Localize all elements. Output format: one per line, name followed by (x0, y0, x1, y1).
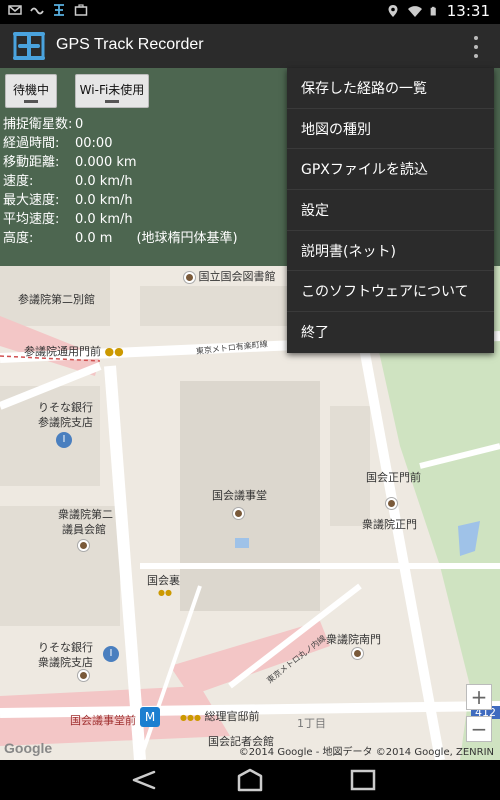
briefcase-icon (74, 4, 88, 16)
bank-icon: I (56, 432, 72, 448)
map-label-resona1-a: りそな銀行 (38, 401, 93, 414)
map-label-shugiin-minamimon: 衆議院南門 (326, 633, 381, 646)
poi-icon (78, 538, 89, 551)
stat-label: 最大速度: (3, 193, 60, 208)
stat-row: 移動距離: 0.000 km (3, 153, 238, 172)
map-label-library: 国立国会図書館 (184, 268, 276, 284)
poi-icon (386, 496, 397, 509)
map-label-itchome: 1丁目 (297, 717, 326, 730)
stat-row: 最大速度: 0.0 km/h (3, 191, 238, 210)
zoom-in-button[interactable]: + (466, 684, 492, 710)
menu-item-load-gpx[interactable]: GPXファイルを読込 (287, 149, 494, 191)
menu-item-saved-routes[interactable]: 保存した経路の一覧 (287, 68, 494, 109)
stat-label: 捕捉衛星数: (3, 117, 73, 132)
poi-icon (233, 506, 244, 519)
overflow-menu-icon[interactable] (472, 36, 480, 58)
status-bar: 13:31 (0, 0, 500, 24)
signal-tilde-icon (30, 7, 44, 15)
stat-label: 移動距離: (3, 155, 60, 170)
stat-row: 速度: 0.0 km/h (3, 172, 238, 191)
navigation-bar (0, 760, 500, 800)
map-label-shugiin-kaikan-a: 衆議院第二 (58, 508, 113, 521)
wifi-icon (407, 6, 422, 17)
overflow-menu: 保存した経路の一覧 地図の種別 GPXファイルを読込 設定 説明書(ネット) こ… (287, 68, 494, 353)
stat-row: 経過時間: 00:00 (3, 134, 238, 153)
stat-label: 平均速度: (3, 212, 60, 227)
home-icon[interactable] (233, 768, 267, 792)
app-title: GPS Track Recorder (56, 36, 204, 53)
wait-toggle-label: 待機中 (12, 82, 49, 97)
recents-icon[interactable] (346, 768, 380, 792)
map-label-gate-sangiin: 参議院通用門前 ●● (24, 345, 124, 358)
stat-value: 0.0 km/h (75, 212, 133, 227)
stat-value: 0 (75, 117, 84, 132)
stat-row: 平均速度: 0.0 km/h (3, 210, 238, 229)
wifi-toggle-button[interactable]: Wi-Fi未使用 (75, 74, 149, 108)
stat-value: 0.0 km/h (75, 174, 133, 189)
map-label-shugiin-seimon: 衆議院正門 (362, 518, 417, 531)
stat-label: 経過時間: (3, 136, 60, 151)
map-label-diet-building: 国会議事堂 (212, 489, 267, 502)
menu-item-about[interactable]: このソフトウェアについて (287, 271, 494, 313)
map-label-annex2: 参議院第二別館 (18, 293, 95, 306)
stat-value: 00:00 (75, 136, 113, 151)
bank-icon: I (103, 646, 119, 662)
menu-item-map-type[interactable]: 地図の種別 (287, 109, 494, 150)
wifi-toggle-label: Wi-Fi未使用 (79, 82, 145, 97)
map-label-kantei: ●●● 総理官邸前 (180, 710, 260, 723)
poi-icon (78, 668, 89, 681)
menu-item-settings[interactable]: 設定 (287, 190, 494, 231)
zoom-out-button[interactable]: − (466, 716, 492, 742)
mail-icon (8, 5, 22, 15)
poi-icon (352, 646, 363, 659)
menu-item-manual[interactable]: 説明書(ネット) (287, 231, 494, 272)
stat-value: 0.0 m (75, 231, 113, 246)
google-logo: Google (4, 740, 53, 756)
toggle-indicator (105, 100, 119, 103)
map-copyright: ©2014 Google - 地図データ ©2014 Google, ZENRI… (238, 747, 494, 758)
traffic-light-icon: ●● (158, 588, 172, 597)
wait-toggle-button[interactable]: 待機中 (5, 74, 57, 108)
stat-row: 捕捉衛星数: 0 (3, 115, 238, 134)
stat-value: 0.000 km (75, 155, 137, 170)
map-label-station: 国会議事堂前 (70, 714, 136, 727)
map-label-resona1-b: 参議院支店 (38, 416, 93, 429)
map-label-seimon: 国会正門前 (366, 471, 421, 484)
location-icon (388, 5, 398, 17)
altitude-note: (地球楕円体基準) (136, 231, 238, 246)
app-icon (54, 4, 64, 16)
metro-station-icon: M (140, 707, 160, 727)
battery-icon (430, 6, 436, 16)
map-label-kokkaiura: 国会裏 (147, 574, 180, 587)
clock: 13:31 (446, 2, 490, 20)
stats-list: 捕捉衛星数: 0 経過時間: 00:00 移動距離: 0.000 km 速度: 0.0 … (3, 115, 238, 248)
stat-row: 高度: 0.0 m (地球楕円体基準) (3, 229, 238, 248)
back-icon[interactable] (126, 768, 160, 792)
map-label-shugiin-kaikan-b: 議員会館 (62, 523, 106, 536)
action-bar: GPS Track Recorder (0, 24, 500, 68)
stat-label: 速度: (3, 174, 34, 189)
toggle-indicator (24, 100, 38, 103)
map-label-resona2-a: りそな銀行 (38, 641, 93, 654)
app-logo-icon (13, 32, 45, 60)
menu-item-exit[interactable]: 終了 (287, 312, 494, 353)
stat-label: 高度: (3, 231, 34, 246)
stat-value: 0.0 km/h (75, 193, 133, 208)
